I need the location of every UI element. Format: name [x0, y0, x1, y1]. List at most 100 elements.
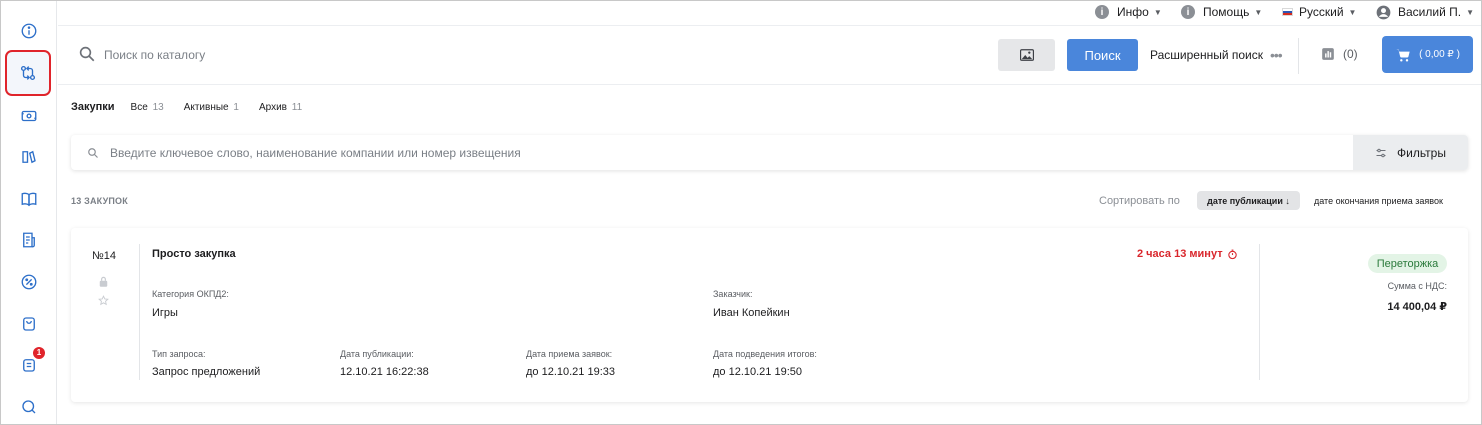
timer-text: 2 часа 13 минут — [1137, 248, 1223, 260]
sidebar-item-shop[interactable] — [7, 302, 51, 346]
exchange-icon — [20, 65, 36, 81]
tab-active[interactable]: Активные 1 — [184, 102, 239, 113]
search-icon — [88, 148, 98, 158]
notification-badge: 1 — [33, 347, 45, 359]
sort-label: Сортировать по — [1099, 195, 1180, 207]
percent-icon — [21, 274, 37, 290]
purchase-search-input[interactable] — [110, 143, 1310, 163]
customer-label: Заказчик: — [713, 289, 753, 299]
category-label: Категория ОКПД2: — [152, 289, 229, 299]
caret-down-icon: ▼ — [1254, 7, 1263, 17]
filters-button[interactable]: Фильтры — [1353, 135, 1468, 170]
purchase-tabs: Закупки Все 13 Активные 1 Архив 11 — [71, 101, 322, 113]
top-bar: i Инфо ▼ i Помощь ▼ Русский ▼ Василий П.… — [58, 1, 1481, 25]
info-icon: i — [1095, 5, 1109, 19]
accept-date-label: Дата приема заявок: — [526, 349, 613, 359]
sum-label: Сумма с НДС: — [1387, 281, 1447, 291]
tab-archive-label: Архив — [258, 102, 287, 113]
purchase-title[interactable]: Просто закупка — [152, 248, 236, 260]
status-badge: Переторжка — [1368, 254, 1447, 273]
page-title: Закупки — [71, 101, 115, 113]
tab-all-count: 13 — [152, 102, 164, 113]
search-button[interactable]: Поиск — [1067, 39, 1138, 71]
results-date-label: Дата подведения итогов: — [713, 349, 817, 359]
shopping-bag-icon — [23, 317, 35, 331]
stopwatch-icon — [1227, 249, 1237, 259]
card-divider-right — [1259, 244, 1260, 380]
results-date-value: до 12.10.21 19:50 — [713, 366, 802, 378]
request-type-value: Запрос предложений — [152, 366, 261, 378]
language-menu-label: Русский — [1299, 5, 1344, 19]
info-menu[interactable]: i Инфо ▼ — [1095, 1, 1162, 23]
help-icon: i — [1181, 5, 1195, 19]
sliders-icon — [1376, 148, 1386, 157]
compare-chart-icon — [1322, 48, 1334, 60]
language-menu[interactable]: Русский ▼ — [1282, 1, 1356, 23]
help-menu-label: Помощь — [1203, 5, 1250, 19]
cart-amount: ( 0,00 ₽ ) — [1419, 49, 1460, 60]
sort-by-deadline[interactable]: дате окончания приема заявок — [1314, 196, 1443, 206]
sidebar-item-discounts[interactable] — [7, 260, 51, 304]
compare-button[interactable]: (0) — [1321, 47, 1358, 61]
sidebar-item-finance[interactable] — [7, 94, 51, 138]
user-menu[interactable]: Василий П. ▼ — [1376, 1, 1474, 23]
compare-count: (0) — [1343, 47, 1358, 61]
info-menu-label: Инфо — [1117, 5, 1149, 19]
lock-icon — [99, 276, 108, 287]
star-icon[interactable] — [98, 295, 109, 306]
header-divider — [1298, 38, 1299, 74]
purchase-number: №14 — [92, 250, 117, 262]
cart-button[interactable]: ( 0,00 ₽ ) — [1382, 36, 1473, 73]
advanced-search-link[interactable]: Расширенный поиск ••• — [1150, 47, 1283, 63]
news-icon — [23, 359, 35, 372]
more-dots-icon: ••• — [1270, 47, 1283, 63]
sum-value: 14 400,04 ₽ — [1387, 301, 1447, 313]
left-sidebar: 1 — [1, 1, 57, 424]
publication-date-label: Дата публикации: — [340, 349, 414, 359]
results-count: 13 ЗАКУПОК — [71, 196, 128, 206]
chat-icon — [22, 400, 36, 414]
sidebar-item-knowledge[interactable] — [7, 177, 51, 221]
sidebar-item-purchases[interactable] — [5, 50, 51, 96]
catalog-search-input[interactable] — [104, 42, 664, 68]
russia-flag-icon — [1282, 8, 1293, 16]
sidebar-item-notifications[interactable]: 1 — [7, 343, 51, 387]
book-icon — [21, 192, 37, 207]
catalog-search-header: Поиск Расширенный поиск ••• (0) ( 0,00 ₽… — [58, 25, 1481, 85]
sidebar-item-catalog[interactable] — [7, 135, 51, 179]
card-divider — [139, 244, 140, 380]
user-avatar-icon — [1376, 5, 1391, 19]
deadline-timer: 2 часа 13 минут — [1137, 248, 1238, 260]
caret-down-icon: ▼ — [1466, 7, 1475, 17]
request-type-label: Тип запроса: — [152, 349, 206, 359]
sort-by-publication-date[interactable]: дате публикации ↓ — [1197, 191, 1300, 210]
info-icon — [21, 23, 37, 39]
caret-down-icon: ▼ — [1348, 7, 1357, 17]
tab-active-count: 1 — [233, 102, 239, 113]
money-icon — [21, 110, 37, 122]
sidebar-item-documents[interactable] — [7, 218, 51, 262]
tab-archive[interactable]: Архив 11 — [259, 102, 302, 113]
tab-all[interactable]: Все 13 — [131, 102, 164, 113]
user-menu-label: Василий П. — [1398, 5, 1462, 19]
advanced-search-label: Расширенный поиск — [1150, 48, 1263, 62]
search-icon — [79, 46, 95, 62]
purchase-search-bar: Фильтры — [71, 135, 1468, 170]
category-value: Игры — [152, 307, 178, 319]
help-menu[interactable]: i Помощь ▼ — [1181, 1, 1262, 23]
tab-archive-count: 11 — [291, 102, 303, 113]
image-icon — [1019, 49, 1034, 61]
catalog-icon — [22, 150, 36, 164]
sidebar-item-info[interactable] — [7, 9, 51, 53]
tab-all-label: Все — [130, 102, 148, 113]
purchase-card[interactable]: №14 Просто закупка 2 часа 13 минут Катег… — [71, 228, 1468, 402]
cart-icon — [1396, 48, 1410, 62]
document-icon — [23, 232, 35, 248]
image-search-button[interactable] — [998, 39, 1055, 71]
publication-date-value: 12.10.21 16:22:38 — [340, 366, 429, 378]
caret-down-icon: ▼ — [1153, 7, 1162, 17]
accept-date-value: до 12.10.21 19:33 — [526, 366, 615, 378]
filters-button-label: Фильтры — [1397, 145, 1446, 160]
tab-active-label: Активные — [183, 102, 229, 113]
sidebar-item-chat[interactable] — [7, 385, 51, 425]
